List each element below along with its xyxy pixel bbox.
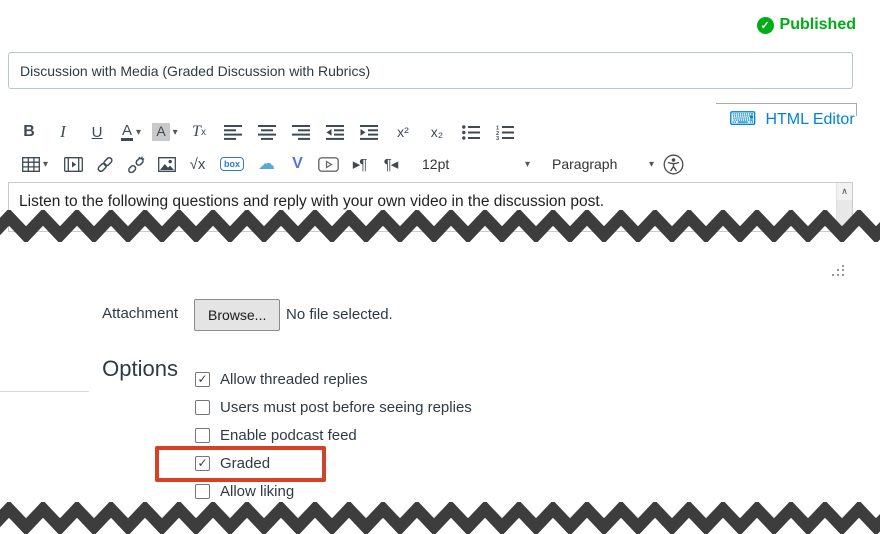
clear-formatting-glyph: T bbox=[192, 123, 201, 140]
allow-liking-checkbox[interactable] bbox=[195, 483, 210, 499]
clear-formatting-sub: x bbox=[200, 126, 206, 138]
paragraph-style-value: Paragraph bbox=[552, 156, 618, 172]
unlink-icon bbox=[126, 156, 145, 173]
record-video-button[interactable] bbox=[313, 149, 344, 179]
options-heading: Options bbox=[102, 356, 178, 381]
editor-toolbar-row2: ▾ √x box ☁ V ▸¶ ¶◂ 12pt ▾ Paragraph ▾ bbox=[12, 149, 689, 179]
align-center-button[interactable] bbox=[250, 117, 284, 147]
options-divider bbox=[0, 391, 89, 392]
box-logo-icon: box bbox=[219, 156, 244, 172]
embed-media-button[interactable] bbox=[58, 149, 89, 179]
outdent-icon bbox=[326, 124, 344, 140]
table-button[interactable]: ▾ bbox=[12, 149, 58, 179]
checkbox-row-allow-liking: Allow liking bbox=[195, 482, 295, 500]
editor-resize-handle[interactable] bbox=[831, 265, 845, 277]
align-center-icon bbox=[258, 124, 276, 140]
chevron-down-icon: ▾ bbox=[172, 126, 178, 138]
accessibility-checker-button[interactable] bbox=[658, 149, 689, 179]
graded-checkbox[interactable]: ✓ bbox=[195, 455, 210, 471]
table-icon bbox=[22, 157, 40, 172]
numbered-list-button[interactable]: 123 bbox=[488, 117, 522, 147]
v-app-button[interactable]: V bbox=[282, 149, 313, 179]
discussion-title-input[interactable] bbox=[8, 52, 853, 89]
numbered-list-icon: 123 bbox=[496, 125, 514, 140]
checkbox-label: Allow threaded replies bbox=[220, 370, 368, 388]
font-size-value: 12pt bbox=[422, 156, 450, 172]
subscript-button[interactable]: x₂ bbox=[420, 117, 454, 147]
indent-button[interactable] bbox=[352, 117, 386, 147]
outdent-button[interactable] bbox=[318, 117, 352, 147]
torn-edge-top bbox=[0, 210, 880, 242]
chevron-down-icon: ▾ bbox=[648, 158, 654, 170]
editor-content-text[interactable]: Listen to the following questions and re… bbox=[19, 193, 809, 211]
underline-button[interactable]: U bbox=[80, 117, 114, 147]
align-right-button[interactable] bbox=[284, 117, 318, 147]
file-status-text: No file selected. bbox=[286, 306, 393, 323]
font-size-dropdown[interactable]: 12pt ▾ bbox=[418, 150, 534, 178]
checkbox-row-allow-threaded-replies: ✓ Allow threaded replies bbox=[195, 370, 368, 388]
checkbox-row-graded: ✓ Graded bbox=[195, 454, 271, 472]
svg-text:3: 3 bbox=[496, 136, 499, 140]
chevron-down-icon: ▾ bbox=[524, 158, 530, 170]
bullet-list-button[interactable] bbox=[454, 117, 488, 147]
scroll-up-button[interactable]: ∧ bbox=[837, 183, 852, 200]
text-color-glyph: A bbox=[120, 122, 133, 142]
enable-podcast-feed-checkbox[interactable] bbox=[195, 427, 210, 443]
align-left-icon bbox=[224, 124, 242, 140]
checkbox-label: Users must post before seeing replies bbox=[220, 398, 472, 416]
editor-toolbar-row1: B I U A ▾ A ▾ Tx x² x₂ 1 2 3 bbox=[12, 115, 522, 149]
align-right-icon bbox=[292, 124, 310, 140]
text-color-button[interactable]: A ▾ bbox=[114, 117, 148, 147]
checkbox-row-enable-podcast-feed: Enable podcast feed bbox=[195, 426, 357, 444]
bold-button[interactable]: B bbox=[12, 117, 46, 147]
checkbox-label: Enable podcast feed bbox=[220, 426, 357, 444]
checkbox-label: Allow liking bbox=[220, 482, 295, 500]
background-color-glyph: A bbox=[152, 123, 170, 141]
checkbox-label: Graded bbox=[220, 454, 271, 472]
insert-image-button[interactable] bbox=[151, 149, 182, 179]
published-check-icon: ✓ bbox=[756, 16, 774, 34]
cloud-app-button[interactable]: ☁ bbox=[251, 149, 282, 179]
paragraph-style-dropdown[interactable]: Paragraph ▾ bbox=[548, 150, 658, 178]
attachment-label: Attachment bbox=[102, 305, 178, 322]
indent-icon bbox=[360, 124, 378, 140]
background-color-button[interactable]: A ▾ bbox=[148, 117, 182, 147]
align-left-button[interactable] bbox=[216, 117, 250, 147]
right-to-left-button[interactable]: ¶◂ bbox=[375, 149, 406, 179]
image-icon bbox=[158, 157, 176, 172]
chevron-down-icon: ▾ bbox=[135, 126, 142, 138]
video-play-icon bbox=[318, 157, 339, 172]
discussion-edit-page: ✓ Published ⌨ HTML Editor B I U A ▾ A ▾ … bbox=[0, 0, 880, 534]
italic-button[interactable]: I bbox=[46, 117, 80, 147]
clear-formatting-button[interactable]: Tx bbox=[182, 117, 216, 147]
users-must-post-checkbox[interactable] bbox=[195, 399, 210, 415]
link-icon bbox=[96, 156, 114, 173]
accessibility-icon bbox=[663, 154, 684, 175]
torn-edge-bottom bbox=[0, 502, 880, 534]
link-button[interactable] bbox=[89, 149, 120, 179]
allow-threaded-replies-checkbox[interactable]: ✓ bbox=[195, 371, 210, 387]
box-app-button[interactable]: box bbox=[213, 149, 251, 179]
bullet-list-icon bbox=[462, 124, 480, 140]
keyboard-icon: ⌨ bbox=[729, 109, 757, 130]
equation-button[interactable]: √x bbox=[182, 149, 213, 179]
unlink-button[interactable] bbox=[120, 149, 151, 179]
published-status-label: Published bbox=[779, 16, 856, 33]
html-editor-link[interactable]: ⌨ HTML Editor bbox=[729, 110, 855, 129]
browse-button[interactable]: Browse... bbox=[194, 299, 281, 331]
published-status-badge: ✓ Published bbox=[756, 16, 856, 34]
checkbox-row-users-must-post: Users must post before seeing replies bbox=[195, 398, 472, 416]
chevron-down-icon: ▾ bbox=[42, 158, 49, 170]
superscript-button[interactable]: x² bbox=[386, 117, 420, 147]
left-to-right-button[interactable]: ▸¶ bbox=[344, 149, 375, 179]
html-editor-link-label: HTML Editor bbox=[765, 110, 855, 128]
film-strip-icon bbox=[64, 157, 83, 172]
